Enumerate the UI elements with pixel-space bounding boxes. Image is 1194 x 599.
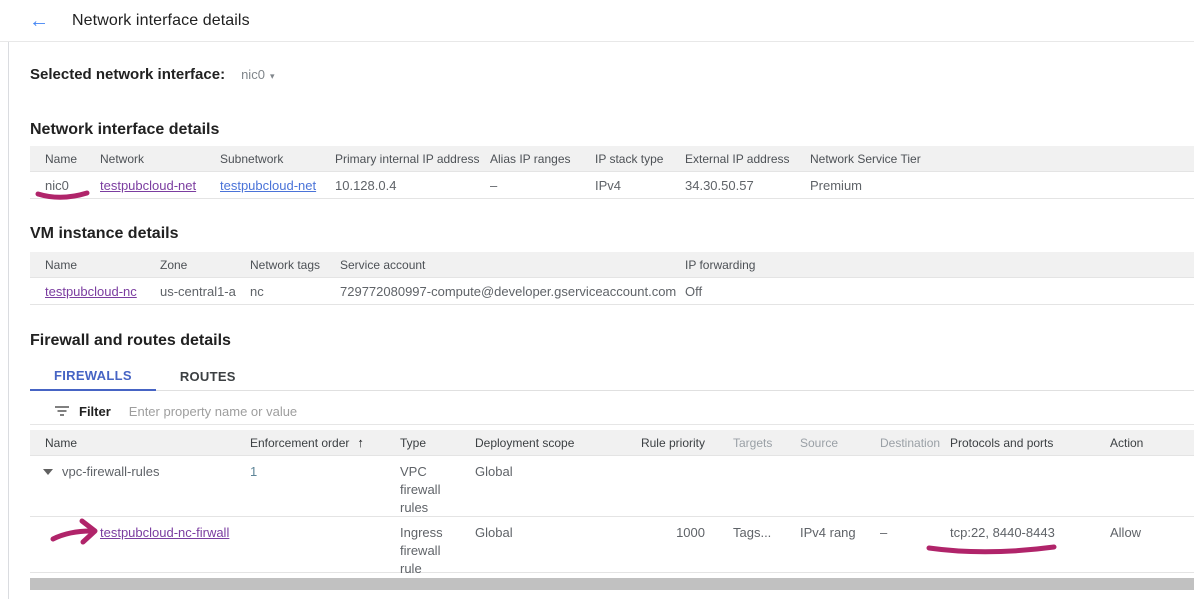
col-type[interactable]: Type: [385, 436, 460, 450]
external-ip: 34.30.50.57: [685, 178, 810, 193]
table-row: testpubcloud-nc us-central1-a nc 7297720…: [30, 278, 1194, 305]
vm-instance-link[interactable]: testpubcloud-nc: [45, 284, 137, 299]
page-header: ← Network interface details: [0, 0, 1194, 42]
network-tags: nc: [250, 284, 340, 299]
col-source[interactable]: Source: [800, 436, 880, 450]
network-interface-details-page: ← Network interface details Selected net…: [0, 0, 1194, 599]
nic-name: nic0: [30, 178, 100, 193]
firewall-rule-link[interactable]: testpubcloud-nc-firwall: [100, 525, 229, 540]
enforcement-order-value: [235, 517, 385, 524]
action: Allow: [1110, 517, 1194, 542]
network-link[interactable]: testpubcloud-net: [100, 178, 196, 193]
col-targets[interactable]: Targets: [705, 436, 800, 450]
col-rule-priority[interactable]: Rule priority: [605, 436, 705, 450]
rule-priority: [605, 456, 705, 463]
source: IPv4 rang: [800, 517, 880, 542]
section-title-firewall-routes: Firewall and routes details: [30, 332, 231, 350]
ip-forwarding: Off: [685, 284, 1194, 299]
firewall-group-row: vpc-firewall-rules 1 VPC firewall rules …: [30, 456, 1194, 517]
enforcement-order-value: 1: [235, 456, 385, 481]
filter-label[interactable]: Filter: [79, 404, 111, 419]
selected-interface-label: Selected network interface:: [30, 66, 225, 83]
sort-ascending-icon: ↑: [357, 435, 364, 450]
col-primary-ip: Primary internal IP address: [335, 152, 490, 166]
firewall-rule-row: testpubcloud-nc-firwall Ingress firewall…: [30, 517, 1194, 573]
selected-interface-row: Selected network interface: nic0 ▾: [30, 66, 274, 83]
back-arrow-icon[interactable]: ←: [28, 10, 50, 32]
filter-input[interactable]: [129, 404, 529, 419]
firewall-type: Ingress firewall rule: [385, 517, 460, 578]
network-interface-table: Name Network Subnetwork Primary internal…: [30, 146, 1194, 199]
protocols-ports: [950, 456, 1110, 463]
tab-routes[interactable]: ROUTES: [156, 362, 260, 391]
protocols-ports: tcp:22, 8440-8443: [950, 517, 1110, 542]
filter-icon: [55, 405, 69, 417]
firewall-routes-tabs: FIREWALLS ROUTES: [30, 362, 1194, 391]
col-zone: Zone: [160, 258, 250, 272]
deployment-scope: Global: [460, 517, 605, 542]
table-header-row: Name Enforcement order↑ Type Deployment …: [30, 430, 1194, 456]
col-external-ip: External IP address: [685, 152, 810, 166]
firewall-group-name: vpc-firewall-rules: [62, 464, 160, 479]
col-enforcement-order[interactable]: Enforcement order↑: [235, 435, 385, 450]
deployment-scope: Global: [460, 456, 605, 481]
panel-left-border: [8, 42, 9, 599]
col-subnetwork: Subnetwork: [220, 152, 335, 166]
table-header-row: Name Network Subnetwork Primary internal…: [30, 146, 1194, 172]
section-title-network-interface-details: Network interface details: [30, 121, 219, 139]
section-title-vm-instance-details: VM instance details: [30, 225, 179, 243]
vm-instance-table: Name Zone Network tags Service account I…: [30, 252, 1194, 305]
action: [1110, 456, 1194, 463]
zone: us-central1-a: [160, 284, 250, 299]
tab-firewalls[interactable]: FIREWALLS: [30, 362, 156, 391]
col-alias-ip-ranges: Alias IP ranges: [490, 152, 595, 166]
horizontal-scrollbar[interactable]: [30, 578, 1194, 590]
service-account: 729772080997-compute@developer.gservicea…: [340, 284, 685, 299]
primary-internal-ip: 10.128.0.4: [335, 178, 490, 193]
selected-interface-dropdown[interactable]: nic0 ▾: [241, 67, 274, 82]
firewall-type: VPC firewall rules: [385, 456, 460, 517]
page-title: Network interface details: [72, 12, 250, 30]
col-ip-forwarding: IP forwarding: [685, 258, 1194, 272]
destination: [880, 456, 950, 463]
table-row: nic0 testpubcloud-net testpubcloud-net 1…: [30, 172, 1194, 199]
targets: [705, 456, 800, 463]
destination: –: [880, 517, 950, 542]
col-destination[interactable]: Destination: [880, 436, 950, 450]
filter-bar: Filter: [30, 398, 1194, 425]
selected-interface-value: nic0: [241, 67, 265, 82]
table-header-row: Name Zone Network tags Service account I…: [30, 252, 1194, 278]
ip-stack-type: IPv4: [595, 178, 685, 193]
alias-ip-ranges: –: [490, 178, 595, 193]
col-deployment-scope[interactable]: Deployment scope: [460, 436, 605, 450]
targets: Tags...: [705, 517, 800, 542]
col-action[interactable]: Action: [1110, 436, 1194, 450]
col-service-account: Service account: [340, 258, 685, 272]
col-name[interactable]: Name: [30, 436, 235, 450]
col-protocols-ports[interactable]: Protocols and ports: [950, 436, 1110, 450]
firewalls-table: Name Enforcement order↑ Type Deployment …: [30, 430, 1194, 573]
col-name: Name: [30, 152, 100, 166]
col-name: Name: [30, 258, 160, 272]
col-network-tags: Network tags: [250, 258, 340, 272]
subnetwork-link[interactable]: testpubcloud-net: [220, 178, 316, 193]
collapse-triangle-icon[interactable]: [43, 469, 53, 475]
rule-priority: 1000: [605, 517, 705, 542]
source: [800, 456, 880, 463]
col-network: Network: [100, 152, 220, 166]
col-network-service-tier: Network Service Tier: [810, 152, 1194, 166]
chevron-down-icon: ▾: [270, 71, 275, 81]
network-service-tier: Premium: [810, 178, 1194, 193]
col-ip-stack-type: IP stack type: [595, 152, 685, 166]
